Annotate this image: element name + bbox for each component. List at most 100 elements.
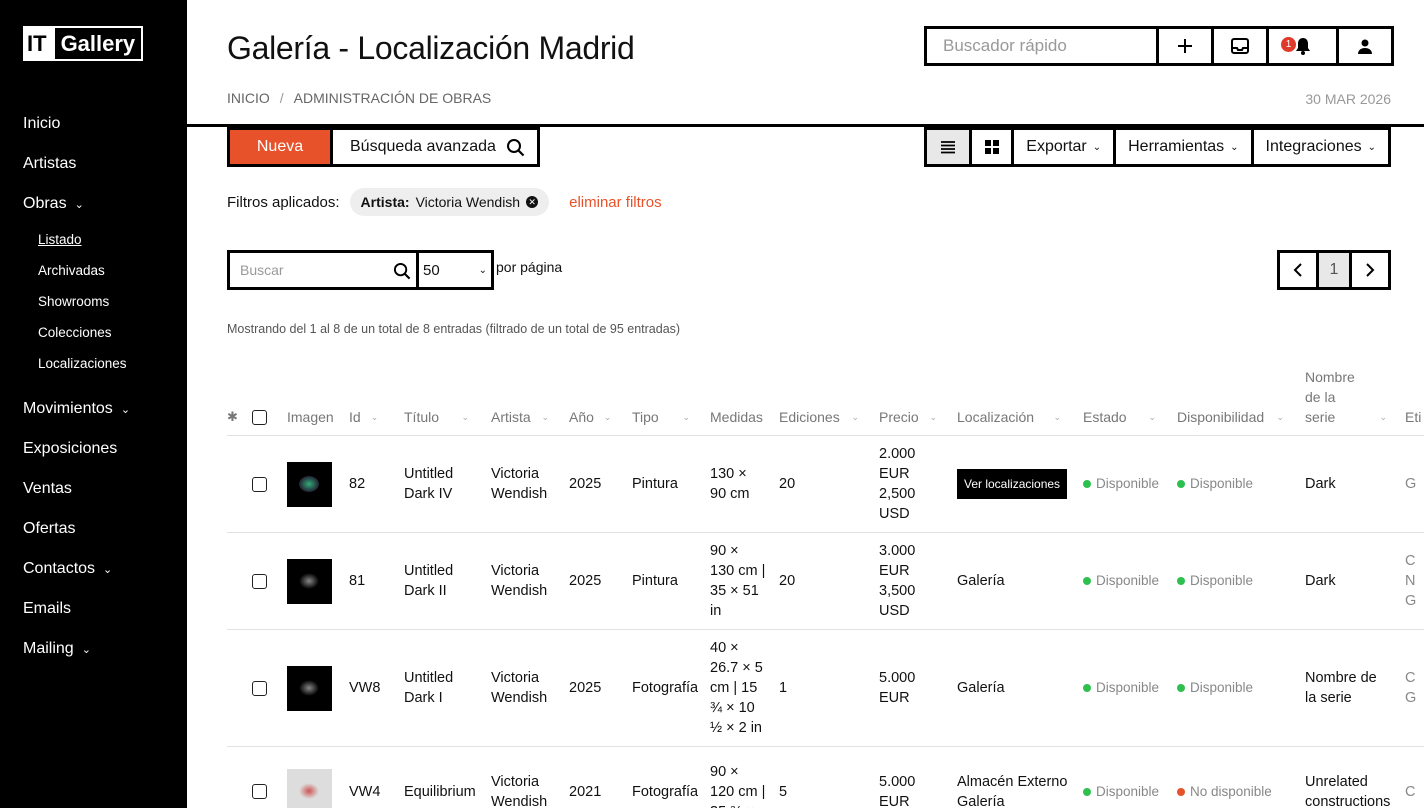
sidebar-item-artistas[interactable]: Artistas (23, 144, 183, 184)
col-artista[interactable]: Artista ⌄ (491, 407, 549, 427)
artwork-dimensions-line: ¾ × 10 (710, 700, 755, 716)
table-cell: 90 × 120 cm | 35 ¾ × (710, 747, 775, 808)
col-localizacion[interactable]: Localización ⌄ (957, 407, 1061, 427)
artwork-artist: Victoria Wendish (491, 464, 547, 504)
table-row[interactable]: 82 Untitled Dark IV Victoria Wendish 2025 Pint… (227, 436, 1424, 533)
artwork-title-line: Untitled (404, 466, 454, 482)
page-number-button[interactable]: 1 (1316, 253, 1352, 287)
chevron-down-icon: ⌄ (1367, 141, 1376, 153)
add-button[interactable] (1156, 29, 1211, 63)
table-row[interactable]: VW4 Equilibrium Victoria Wendish 2021 Fotogra… (227, 747, 1424, 808)
table-body: 82 Untitled Dark IV Victoria Wendish 2025 Pint… (227, 436, 1424, 808)
new-button[interactable]: Nueva (230, 127, 330, 164)
row-checkbox[interactable] (252, 476, 267, 492)
col-imagen: Imagen (287, 409, 334, 425)
search-icon[interactable] (393, 262, 411, 280)
col-id[interactable]: Id ⌄ (349, 407, 378, 427)
gear-icon[interactable]: ✱ (227, 407, 238, 427)
sidebar-item-movimientos[interactable]: Movimientos ⌄ (23, 389, 183, 429)
table-row[interactable]: VW8 Untitled Dark I Victoria Wendish 2025 Foto… (227, 630, 1424, 747)
sidebar-item-ventas[interactable]: Ventas (23, 469, 183, 509)
row-checkbox[interactable] (252, 573, 267, 589)
col-estado[interactable]: Estado ⌄ (1083, 407, 1156, 427)
prev-page-button[interactable] (1280, 253, 1316, 287)
advanced-search-button[interactable]: Búsqueda avanzada (330, 127, 537, 164)
filter-chip-artist[interactable]: Artista: Victoria Wendish ✕ (349, 188, 550, 216)
table-cell: Disponible (1083, 533, 1159, 629)
artwork-dimensions-line: 35 ¾ × (710, 802, 765, 808)
grid-view-button[interactable] (969, 127, 1012, 164)
sidebar-subitem-colecciones[interactable]: Colecciones (38, 317, 183, 348)
sidebar-item-inicio[interactable]: Inicio (23, 104, 183, 144)
artwork-extra-line: C (1405, 783, 1416, 800)
sidebar-subitem-archivadas[interactable]: Archivadas (38, 255, 183, 286)
availability-dot (1177, 684, 1185, 692)
table-cell (252, 747, 267, 808)
artwork-dimensions-line: 90 × (710, 543, 739, 559)
col-serie[interactable]: Nombre de la serie ⌄ (1305, 367, 1387, 427)
sidebar-item-obras[interactable]: Obras ⌄ (23, 184, 183, 224)
table-cell: Victoria Wendish (491, 630, 566, 746)
table-cell: VW4 (349, 747, 380, 808)
table-cell: 5.000 EUR (879, 747, 949, 808)
col-anio-label: Año (569, 409, 594, 425)
clear-filters-link[interactable]: eliminar filtros (569, 194, 662, 211)
artwork-artist-line: Victoria (491, 670, 540, 686)
col-titulo[interactable]: Título ⌄ (404, 407, 469, 427)
col-disponibilidad[interactable]: Disponibilidad ⌄ (1177, 407, 1284, 427)
col-extra: Eti (1405, 409, 1422, 425)
table-row[interactable]: 81 Untitled Dark II Victoria Wendish 2025 Pint… (227, 533, 1424, 630)
user-button[interactable] (1336, 29, 1391, 63)
col-tipo[interactable]: Tipo ⌄ (632, 407, 690, 427)
artwork-thumbnail[interactable] (287, 665, 332, 711)
integrations-dropdown[interactable]: Integraciones ⌄ (1250, 127, 1388, 164)
list-search: 50 ⌄ (227, 250, 494, 290)
artwork-price-line: EUR (879, 690, 910, 706)
per-page-select[interactable]: 50 ⌄ (416, 253, 491, 287)
table-cell: 3.000 EUR 3,500 USD (879, 533, 949, 629)
next-page-button[interactable] (1352, 253, 1388, 287)
quick-search-input[interactable] (927, 29, 1156, 63)
col-precio[interactable]: Precio ⌄ (879, 407, 937, 427)
close-icon[interactable]: ✕ (526, 196, 539, 208)
notifications-button[interactable]: 1 (1266, 29, 1336, 63)
artwork-thumbnail[interactable] (287, 769, 332, 808)
filter-chip-key: Artista: (360, 194, 410, 210)
artwork-series-line: Nombre de (1305, 670, 1377, 686)
sidebar-subitem-showrooms[interactable]: Showrooms (38, 286, 183, 317)
artwork-thumbnail[interactable] (287, 558, 332, 604)
sort-icon: ⌄ (929, 412, 937, 422)
availability-badge: No disponible (1177, 782, 1272, 802)
breadcrumb-home[interactable]: INICIO (227, 90, 270, 106)
col-anio[interactable]: Año ⌄ (569, 407, 611, 427)
sidebar-item-exposiciones[interactable]: Exposiciones (23, 429, 183, 469)
list-search-input[interactable] (230, 253, 416, 287)
sidebar-item-contactos[interactable]: Contactos ⌄ (23, 549, 183, 589)
artwork-thumbnail[interactable] (287, 461, 332, 507)
col-estado-label: Estado (1083, 409, 1127, 425)
select-all-checkbox[interactable] (252, 410, 267, 425)
col-ediciones[interactable]: Ediciones ⌄ (779, 407, 859, 427)
sidebar-subitem-localizaciones[interactable]: Localizaciones (38, 348, 183, 379)
sidebar-item-emails[interactable]: Emails (23, 589, 183, 629)
sidebar-item-mailing[interactable]: Mailing ⌄ (23, 629, 183, 669)
sidebar-item-ofertas[interactable]: Ofertas (23, 509, 183, 549)
inbox-button[interactable] (1211, 29, 1266, 63)
export-dropdown[interactable]: Exportar ⌄ (1011, 127, 1114, 164)
select-all-wrapper (252, 410, 267, 425)
table-cell: 20 (779, 533, 795, 629)
view-locations-button[interactable]: Ver localizaciones (957, 469, 1068, 499)
row-checkbox[interactable] (252, 784, 267, 799)
artwork-extra-line: C (1405, 670, 1416, 686)
logo[interactable]: IT Gallery (23, 26, 144, 61)
sort-icon: ⌄ (1053, 412, 1061, 422)
sort-icon: ⌄ (370, 412, 379, 422)
quick-bar: 1 (924, 26, 1394, 66)
breadcrumb-current[interactable]: ADMINISTRACIÓN DE OBRAS (294, 90, 492, 106)
plus-icon (1178, 39, 1192, 53)
chevron-down-icon: ⌄ (103, 563, 113, 576)
row-checkbox[interactable] (252, 680, 267, 696)
list-view-button[interactable] (927, 127, 970, 164)
sidebar-subitem-listado[interactable]: Listado (38, 224, 183, 255)
tools-dropdown[interactable]: Herramientas ⌄ (1113, 127, 1251, 164)
